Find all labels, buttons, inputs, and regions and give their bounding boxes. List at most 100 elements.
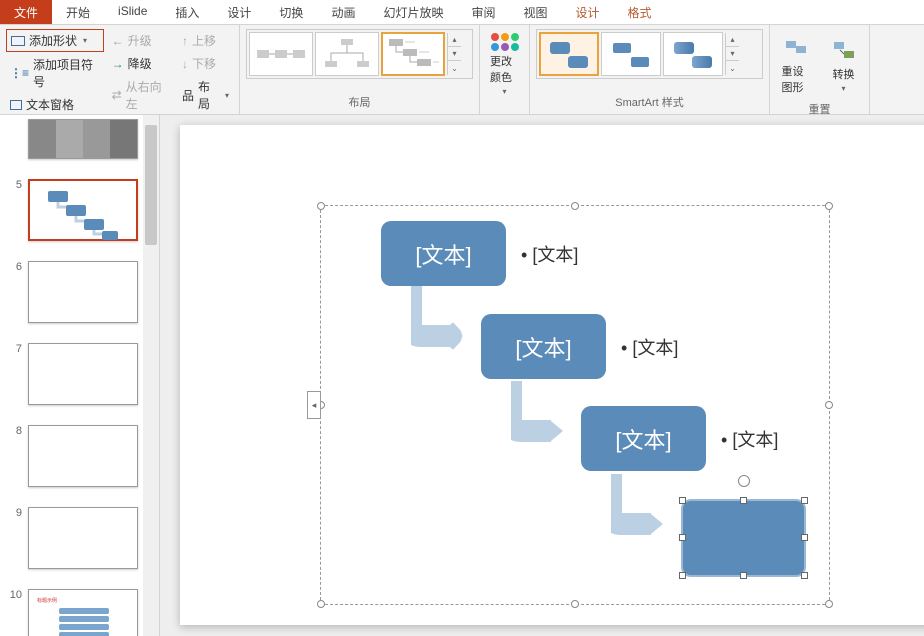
resize-handle[interactable]	[317, 202, 325, 210]
slide-thumbnail[interactable]: 标题示例	[28, 589, 138, 636]
rtl-icon: ⇄	[112, 88, 122, 102]
smartart-node-1[interactable]: [文本]	[381, 221, 506, 286]
slide-item-8[interactable]: 8	[0, 423, 159, 505]
slide-item-4[interactable]	[0, 119, 159, 177]
resize-handle[interactable]	[740, 572, 747, 579]
layout-option-2[interactable]	[315, 32, 379, 76]
connector-arrow	[611, 474, 671, 544]
slide-thumbnail[interactable]	[28, 425, 138, 487]
move-up-button[interactable]: ↑ 上移	[178, 30, 233, 51]
smartart-node-4-selected[interactable]	[681, 499, 806, 577]
text-pane-button[interactable]: 文本窗格	[6, 94, 104, 115]
tab-file[interactable]: 文件	[0, 0, 52, 24]
add-shape-button[interactable]: 添加形状 ▾	[6, 29, 104, 52]
tab-smartart-design[interactable]: 设计	[562, 0, 614, 24]
gallery-down[interactable]: ▾	[448, 47, 461, 61]
style-more[interactable]: ⌄	[726, 61, 739, 75]
slide-item-10[interactable]: 10 标题示例	[0, 587, 159, 636]
layout-gallery: ▴ ▾ ⌄	[246, 29, 473, 79]
add-bullet-button[interactable]: ⋮≡ 添加项目符号	[6, 54, 104, 92]
slide-item-9[interactable]: 9	[0, 505, 159, 587]
connector-arrow	[411, 286, 471, 356]
convert-label: 转换	[833, 66, 855, 82]
tab-format[interactable]: 格式	[614, 0, 666, 24]
slide-thumbnail[interactable]	[28, 343, 138, 405]
smartart-bullet-1[interactable]: [文本]	[521, 241, 578, 267]
resize-handle[interactable]	[825, 600, 833, 608]
layout-button[interactable]: 品 布局 ▾	[178, 76, 233, 114]
rtl-button[interactable]: ⇄ 从右向左	[108, 76, 174, 114]
resize-handle[interactable]	[825, 202, 833, 210]
smartart-node-2[interactable]: [文本]	[481, 314, 606, 379]
promote-icon: ←	[112, 34, 124, 48]
resize-handle[interactable]	[801, 497, 808, 504]
slide-item-7[interactable]: 7	[0, 341, 159, 423]
resize-handle[interactable]	[679, 534, 686, 541]
move-down-button[interactable]: ↓ 下移	[178, 53, 233, 74]
textpane-icon	[10, 100, 22, 110]
slide-editor[interactable]: ◂ [文本] [文本] [文本] [文本]	[160, 115, 924, 636]
change-colors-label: 更改颜色	[490, 53, 519, 85]
resize-handle[interactable]	[825, 401, 833, 409]
layout-group-label: 布局	[246, 92, 473, 112]
tab-view[interactable]: 视图	[509, 0, 561, 24]
style-down[interactable]: ▾	[726, 47, 739, 61]
ribbon-group-colors: 更改颜色 ▾	[480, 25, 530, 114]
demote-button[interactable]: → 降级	[108, 53, 174, 74]
gallery-nav: ▴ ▾ ⌄	[447, 33, 461, 75]
slide-thumbnail[interactable]	[28, 261, 138, 323]
style-option-3[interactable]	[663, 32, 723, 76]
slide-number: 9	[8, 507, 22, 519]
tab-slideshow[interactable]: 幻灯片放映	[369, 0, 457, 24]
layout-option-1[interactable]	[249, 32, 313, 76]
tab-insert[interactable]: 插入	[161, 0, 213, 24]
change-colors-button[interactable]: 更改颜色 ▾	[486, 29, 523, 100]
up-icon: ↑	[182, 34, 188, 48]
layout-option-3[interactable]	[381, 32, 445, 76]
layout-icon: 品	[182, 87, 194, 104]
style-option-2[interactable]	[601, 32, 661, 76]
tab-animation[interactable]: 动画	[317, 0, 369, 24]
tab-design[interactable]: 设计	[213, 0, 265, 24]
resize-handle[interactable]	[740, 497, 747, 504]
scrollbar-thumb[interactable]	[145, 125, 157, 245]
slide-thumbnail[interactable]	[28, 179, 138, 241]
style-option-1[interactable]	[539, 32, 599, 76]
slide-number: 5	[8, 179, 22, 191]
promote-button[interactable]: ← 升级	[108, 30, 174, 51]
rotate-handle[interactable]	[738, 475, 750, 487]
tab-review[interactable]: 审阅	[457, 0, 509, 24]
move-down-label: 下移	[192, 55, 216, 72]
resize-handle[interactable]	[571, 202, 579, 210]
smartart-node-3[interactable]: [文本]	[581, 406, 706, 471]
convert-button[interactable]: 转换 ▾	[822, 32, 866, 97]
gallery-up[interactable]: ▴	[448, 33, 461, 47]
resize-handle[interactable]	[571, 600, 579, 608]
slide-panel[interactable]: 5 6 7 8 9 10 标题示例	[0, 115, 160, 636]
smartart-bullet-3[interactable]: [文本]	[721, 426, 778, 452]
style-up[interactable]: ▴	[726, 33, 739, 47]
resize-handle[interactable]	[317, 600, 325, 608]
slide-item-5[interactable]: 5	[0, 177, 159, 259]
resize-handle[interactable]	[801, 572, 808, 579]
slide-canvas[interactable]: ◂ [文本] [文本] [文本] [文本]	[180, 125, 924, 625]
tab-transition[interactable]: 切换	[265, 0, 317, 24]
slide-panel-scrollbar[interactable]	[143, 115, 159, 636]
reset-graphic-button[interactable]: 重设图形	[774, 29, 818, 99]
text-pane-toggle[interactable]: ◂	[307, 391, 321, 419]
slide-thumbnail[interactable]	[28, 119, 138, 159]
dropdown-icon: ▾	[502, 87, 506, 96]
layout-btn-label: 布局	[198, 78, 219, 112]
resize-handle[interactable]	[679, 497, 686, 504]
slide-item-6[interactable]: 6	[0, 259, 159, 341]
tab-islide[interactable]: iSlide	[104, 0, 161, 24]
slide-thumbnail[interactable]	[28, 507, 138, 569]
slide-number: 8	[8, 425, 22, 437]
dropdown-icon: ▾	[841, 84, 845, 93]
gallery-more[interactable]: ⌄	[448, 61, 461, 75]
smartart-bullet-2[interactable]: [文本]	[621, 334, 678, 360]
smartart-frame[interactable]: ◂ [文本] [文本] [文本] [文本]	[320, 205, 830, 605]
resize-handle[interactable]	[801, 534, 808, 541]
tab-home[interactable]: 开始	[52, 0, 104, 24]
resize-handle[interactable]	[679, 572, 686, 579]
